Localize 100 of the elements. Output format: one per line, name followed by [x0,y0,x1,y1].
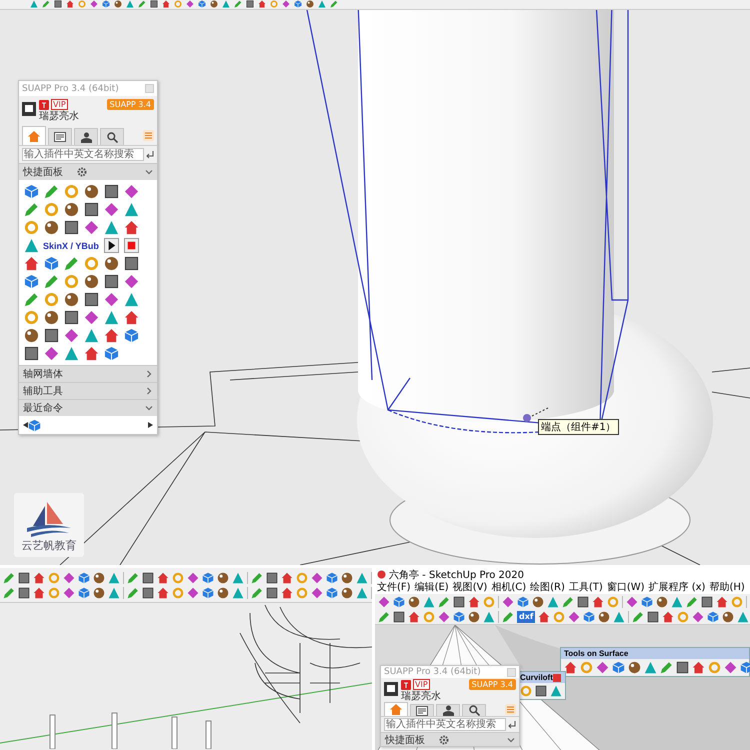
menu-item[interactable]: 扩展程序 (x) [648,582,706,594]
square-icon[interactable] [18,572,30,584]
return-icon[interactable] [145,150,154,159]
pencil-icon[interactable] [64,256,79,271]
menu-icon[interactable] [143,130,154,141]
triangle-icon[interactable] [483,610,495,622]
menu-item[interactable]: 编辑(E) [414,582,449,594]
diamond-icon[interactable] [596,661,609,674]
house-icon[interactable] [124,220,139,235]
cube-icon[interactable] [453,610,465,622]
diamond-icon[interactable] [282,0,290,8]
triangle-icon[interactable] [126,0,134,8]
right-arrow-icon[interactable] [148,422,153,428]
house-icon[interactable] [162,0,170,8]
triangle-icon[interactable] [318,0,326,8]
house-icon[interactable] [33,586,45,598]
cube-icon[interactable] [202,586,214,598]
menu-item[interactable]: 文件(F) [377,582,411,594]
cube-icon[interactable] [124,328,139,343]
square-icon[interactable] [577,596,589,608]
cube-icon[interactable] [102,0,110,8]
tab[interactable] [462,704,486,716]
square-icon[interactable] [24,346,39,361]
menu-item[interactable]: 帮助(H) [709,582,745,594]
ball-icon[interactable] [104,256,119,271]
triangle-icon[interactable] [222,0,230,8]
square-icon[interactable] [246,0,254,8]
diamond-icon[interactable] [63,572,75,584]
pencil-icon[interactable] [42,0,50,8]
house-icon[interactable] [592,596,604,608]
square-icon[interactable] [124,256,139,271]
triangle-icon[interactable] [124,292,139,307]
ball-icon[interactable] [217,572,229,584]
play-icon[interactable] [104,238,119,253]
triangle-icon[interactable] [671,596,683,608]
section-header[interactable]: 轴网墙体 [19,365,157,382]
cube-icon[interactable] [78,586,90,598]
tab[interactable] [100,128,124,145]
ball-icon[interactable] [24,328,39,343]
square-icon[interactable] [142,572,154,584]
ball-icon[interactable] [628,661,641,674]
cube-icon[interactable] [198,0,206,8]
cube-icon[interactable] [641,596,653,608]
triangle-icon[interactable] [30,0,38,8]
house-icon[interactable] [716,596,728,608]
square-icon[interactable] [266,572,278,584]
house-icon[interactable] [258,0,266,8]
ball-icon[interactable] [217,586,229,598]
house-icon[interactable] [662,610,674,622]
house-icon[interactable] [538,610,550,622]
diamond-icon[interactable] [568,610,580,622]
diamond-icon[interactable] [84,310,99,325]
tab[interactable] [48,128,72,145]
house-icon[interactable] [24,256,39,271]
diamond-icon[interactable] [63,586,75,598]
gear-icon[interactable] [77,167,87,177]
square-icon[interactable] [150,0,158,8]
house-icon[interactable] [468,596,480,608]
ball-icon[interactable] [598,610,610,622]
pencil-icon[interactable] [44,184,59,199]
square-icon[interactable] [453,596,465,608]
square-icon[interactable] [647,610,660,622]
ball-icon[interactable] [306,0,314,8]
house-icon[interactable] [564,661,577,674]
menu-item[interactable]: 工具(T) [568,582,603,594]
pencil-icon[interactable] [44,274,59,289]
tab[interactable] [436,704,460,716]
chevron-icon[interactable] [145,168,153,176]
diamond-icon[interactable] [186,0,194,8]
section-header[interactable]: 快捷面板 [381,732,519,746]
diamond-icon[interactable] [44,346,59,361]
cube-icon[interactable] [294,0,302,8]
cube-icon[interactable] [612,661,625,674]
house-icon[interactable] [281,586,293,598]
ball-icon[interactable] [93,572,105,584]
cube-icon[interactable] [393,596,405,608]
pencil-icon[interactable] [330,0,338,8]
square-icon[interactable] [18,586,30,598]
section-header[interactable]: 最近命令 [19,399,157,416]
cube-icon[interactable] [740,661,750,674]
chevron-icon[interactable] [507,736,515,744]
pencil-icon[interactable] [502,610,514,622]
triangle-icon[interactable] [356,572,368,584]
square-icon[interactable] [44,328,59,343]
pencil-icon[interactable] [24,292,39,307]
house-icon[interactable] [84,346,99,361]
house-icon[interactable] [33,572,45,584]
square-icon[interactable] [64,220,79,235]
plugin-label[interactable]: SkinX / YBub [43,240,102,250]
ball-icon[interactable] [656,596,668,608]
triangle-icon[interactable] [108,572,120,584]
pencil-icon[interactable] [138,0,146,8]
house-icon[interactable] [124,310,139,325]
chevron-icon[interactable] [145,404,153,412]
cube-icon[interactable] [104,346,119,361]
menu-item[interactable]: 视图(V) [452,582,488,594]
ring-icon[interactable] [24,220,39,235]
tab[interactable] [410,704,434,716]
triangle-icon[interactable] [547,596,559,608]
cube-icon[interactable] [24,184,39,199]
